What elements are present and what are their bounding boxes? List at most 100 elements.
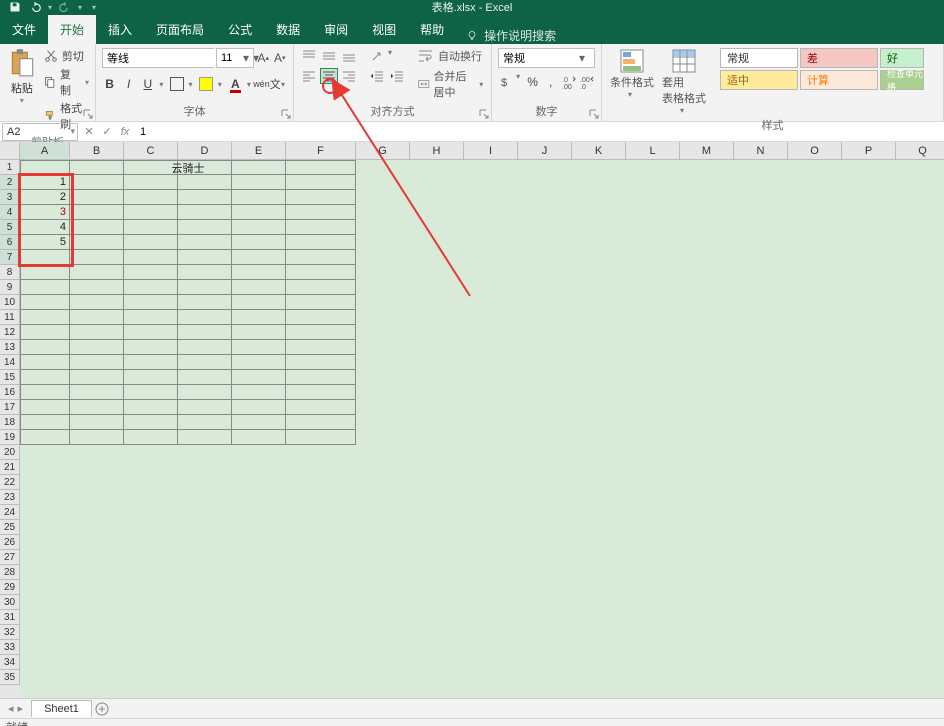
- cell-N6[interactable]: [734, 235, 788, 250]
- cell-J21[interactable]: [518, 460, 572, 475]
- cell-C20[interactable]: [124, 445, 178, 460]
- cell-L29[interactable]: [626, 580, 680, 595]
- cell-A18[interactable]: [20, 415, 70, 430]
- row-header-28[interactable]: 28: [0, 565, 20, 580]
- cell-E8[interactable]: [232, 265, 286, 280]
- cell-D3[interactable]: [178, 190, 232, 205]
- cell-A5[interactable]: 4: [20, 220, 70, 235]
- cell-I23[interactable]: [464, 490, 518, 505]
- cell-E17[interactable]: [232, 400, 286, 415]
- cell-L15[interactable]: [626, 370, 680, 385]
- cell-A17[interactable]: [20, 400, 70, 415]
- cell-A22[interactable]: [20, 475, 70, 490]
- cell-D1[interactable]: [178, 160, 232, 175]
- cell-F14[interactable]: [286, 355, 356, 370]
- cell-K32[interactable]: [572, 625, 626, 640]
- cell-C7[interactable]: [124, 250, 178, 265]
- cell-E4[interactable]: [232, 205, 286, 220]
- row-header-35[interactable]: 35: [0, 670, 20, 685]
- cell-J8[interactable]: [518, 265, 572, 280]
- cell-I10[interactable]: [464, 295, 518, 310]
- cell-E3[interactable]: [232, 190, 286, 205]
- cell-M28[interactable]: [680, 565, 734, 580]
- col-header-J[interactable]: J: [518, 142, 572, 159]
- cell-E1[interactable]: [232, 160, 286, 175]
- cell-E14[interactable]: [232, 355, 286, 370]
- cell-H5[interactable]: [410, 220, 464, 235]
- border-button[interactable]: [169, 74, 184, 94]
- cell-O32[interactable]: [788, 625, 842, 640]
- style-calc[interactable]: 计算: [800, 70, 878, 90]
- cell-N12[interactable]: [734, 325, 788, 340]
- row-header-27[interactable]: 27: [0, 550, 20, 565]
- cell-G5[interactable]: [356, 220, 410, 235]
- cell-F27[interactable]: [286, 550, 356, 565]
- col-header-F[interactable]: F: [286, 142, 356, 159]
- cell-P2[interactable]: [842, 175, 896, 190]
- cell-D31[interactable]: [178, 610, 232, 625]
- cell-A30[interactable]: [20, 595, 70, 610]
- cell-C16[interactable]: [124, 385, 178, 400]
- tell-me[interactable]: 操作说明搜索: [466, 27, 556, 44]
- cell-F9[interactable]: [286, 280, 356, 295]
- cell-Q5[interactable]: [896, 220, 944, 235]
- cell-F24[interactable]: [286, 505, 356, 520]
- cell-G21[interactable]: [356, 460, 410, 475]
- cell-K27[interactable]: [572, 550, 626, 565]
- cell-M20[interactable]: [680, 445, 734, 460]
- cell-G31[interactable]: [356, 610, 410, 625]
- cell-Q12[interactable]: [896, 325, 944, 340]
- cell-G2[interactable]: [356, 175, 410, 190]
- chevron-down-icon[interactable]: ▾: [70, 126, 75, 137]
- cell-E11[interactable]: [232, 310, 286, 325]
- cell-Q7[interactable]: [896, 250, 944, 265]
- cell-M25[interactable]: [680, 520, 734, 535]
- cell-F28[interactable]: [286, 565, 356, 580]
- cell-Q21[interactable]: [896, 460, 944, 475]
- orientation-button[interactable]: [368, 48, 386, 64]
- cell-Q25[interactable]: [896, 520, 944, 535]
- cell-B10[interactable]: [70, 295, 124, 310]
- cell-E16[interactable]: [232, 385, 286, 400]
- cell-N26[interactable]: [734, 535, 788, 550]
- cell-O1[interactable]: [788, 160, 842, 175]
- cell-N29[interactable]: [734, 580, 788, 595]
- align-right-button[interactable]: [340, 68, 358, 84]
- row-header-7[interactable]: 7: [0, 250, 20, 265]
- cell-D21[interactable]: [178, 460, 232, 475]
- cell-I30[interactable]: [464, 595, 518, 610]
- cell-C15[interactable]: [124, 370, 178, 385]
- copy-button[interactable]: 复制▾: [44, 66, 89, 98]
- cell-G18[interactable]: [356, 415, 410, 430]
- cell-O33[interactable]: [788, 640, 842, 655]
- decrease-decimal-button[interactable]: .00.0: [579, 72, 595, 92]
- cell-I13[interactable]: [464, 340, 518, 355]
- cell-L28[interactable]: [626, 565, 680, 580]
- cell-G9[interactable]: [356, 280, 410, 295]
- cell-K30[interactable]: [572, 595, 626, 610]
- cell-N23[interactable]: [734, 490, 788, 505]
- cell-L6[interactable]: [626, 235, 680, 250]
- underline-button[interactable]: U: [140, 74, 155, 94]
- cell-P29[interactable]: [842, 580, 896, 595]
- cell-C34[interactable]: [124, 655, 178, 670]
- cell-L22[interactable]: [626, 475, 680, 490]
- cell-F33[interactable]: [286, 640, 356, 655]
- cell-G28[interactable]: [356, 565, 410, 580]
- cell-L24[interactable]: [626, 505, 680, 520]
- cell-F7[interactable]: [286, 250, 356, 265]
- phonetic-button[interactable]: wén文: [257, 74, 277, 94]
- cell-K4[interactable]: [572, 205, 626, 220]
- cell-A29[interactable]: [20, 580, 70, 595]
- cell-C22[interactable]: [124, 475, 178, 490]
- cell-M34[interactable]: [680, 655, 734, 670]
- cell-K20[interactable]: [572, 445, 626, 460]
- cell-C13[interactable]: [124, 340, 178, 355]
- cell-A24[interactable]: [20, 505, 70, 520]
- cell-D33[interactable]: [178, 640, 232, 655]
- row-header-33[interactable]: 33: [0, 640, 20, 655]
- cell-O31[interactable]: [788, 610, 842, 625]
- cell-N9[interactable]: [734, 280, 788, 295]
- cell-P11[interactable]: [842, 310, 896, 325]
- cell-D13[interactable]: [178, 340, 232, 355]
